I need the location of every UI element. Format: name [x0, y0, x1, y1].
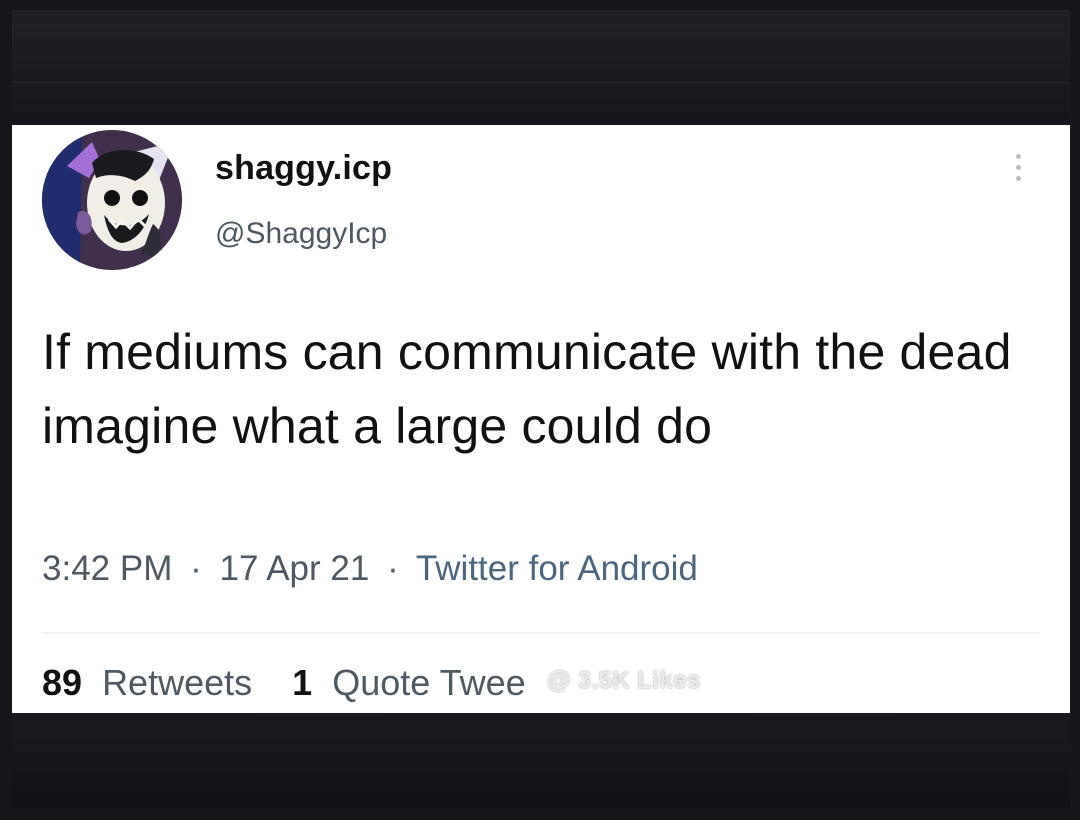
tweet-text: If mediums can communicate with the dead…	[42, 324, 1012, 454]
retweets-count: 89	[42, 662, 83, 703]
tweet-time: 3:42 PM	[42, 549, 173, 588]
retweets-stat[interactable]: 89 Retweets	[42, 662, 262, 703]
tweet-date: 17 Apr 21	[219, 549, 370, 588]
quotes-count: 1	[292, 662, 313, 703]
author-handle[interactable]: @ShaggyIcp	[215, 217, 387, 251]
more-dot-top	[1015, 154, 1021, 159]
quotes-stat[interactable]: 1 Quote Twee	[292, 662, 526, 703]
retweets-label: Retweets	[102, 662, 253, 703]
tweet-card: shaggy.icp @ShaggyIcp If mediums can com…	[12, 125, 1070, 713]
profile-avatar[interactable]	[42, 130, 182, 270]
more-dot-middle	[1015, 165, 1021, 170]
tweet-stats: 89 Retweets 1 Quote Twee	[42, 662, 556, 704]
quotes-label: Quote Twee	[332, 662, 526, 703]
tweet-metadata: 3:42 PM · 17 Apr 21 · Twitter for Androi…	[42, 549, 698, 589]
more-options-icon[interactable]	[1009, 154, 1027, 188]
bottom-dark-bar	[12, 713, 1070, 808]
top-bar-divider	[12, 82, 1070, 83]
meta-separator-2: ·	[387, 549, 399, 588]
screenshot-frame: shaggy.icp @ShaggyIcp If mediums can com…	[0, 0, 1080, 820]
author-display-name[interactable]: shaggy.icp	[215, 149, 392, 188]
top-dark-bar	[12, 10, 1070, 125]
tweet-source-link[interactable]: Twitter for Android	[416, 549, 698, 588]
more-dot-bottom	[1015, 176, 1021, 181]
meta-separator-1: ·	[190, 549, 202, 588]
watermark-text: @ 3.5K Likes	[547, 667, 701, 694]
tweet-divider	[42, 632, 1040, 634]
clown-face-avatar-icon	[42, 130, 182, 270]
